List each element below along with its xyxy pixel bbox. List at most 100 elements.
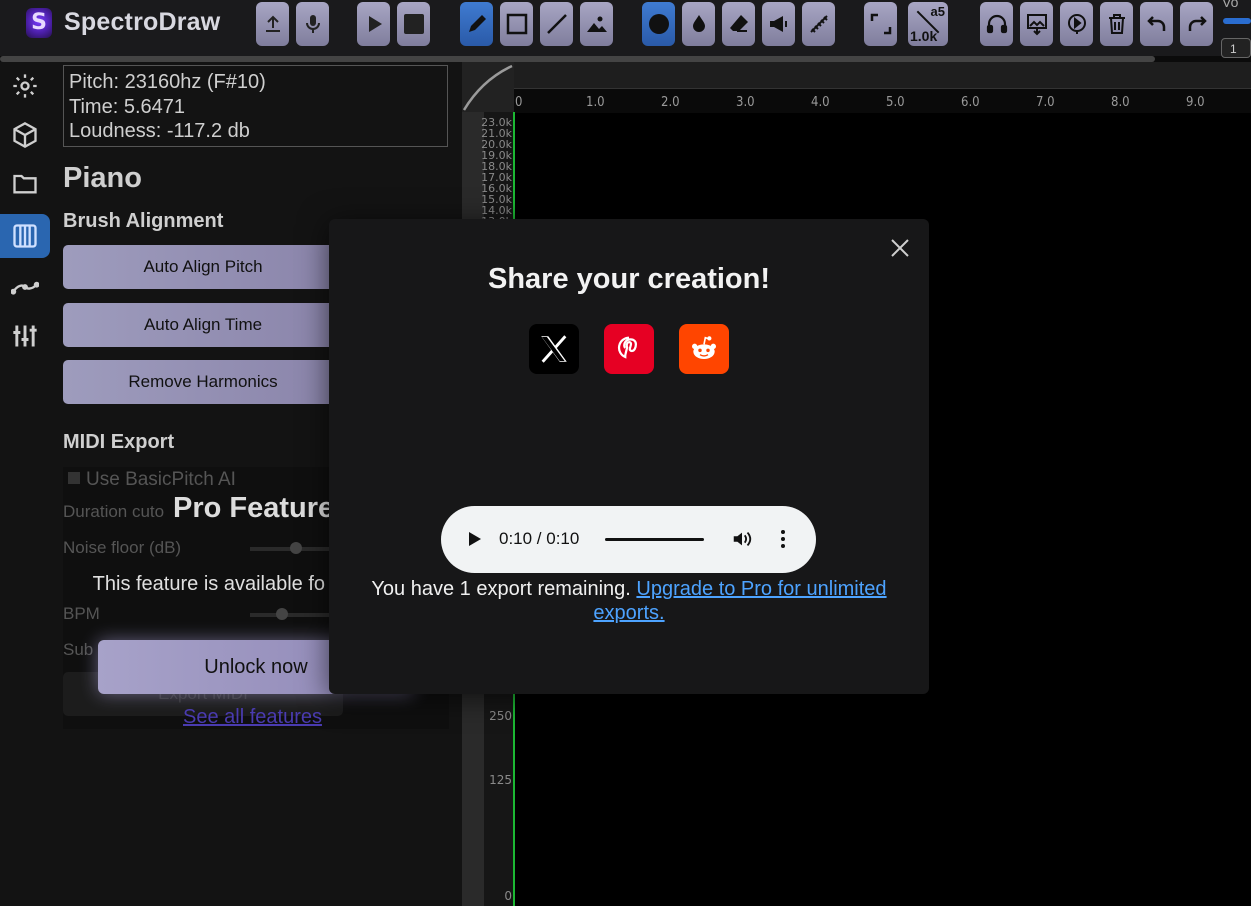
- bpm-slider-thumb[interactable]: [276, 608, 288, 620]
- line-tool-button[interactable]: [540, 2, 573, 46]
- bpm-slider[interactable]: [250, 613, 330, 617]
- more-options-icon[interactable]: [775, 528, 791, 550]
- time-tick: 1.0: [586, 95, 605, 110]
- share-pinterest-button[interactable]: [604, 324, 654, 374]
- time-tick: 6.0: [961, 95, 980, 110]
- image-icon: [586, 16, 607, 32]
- fullscreen-button[interactable]: [864, 2, 897, 46]
- time-tick: 2.0: [661, 95, 680, 110]
- export-remaining-message: You have 1 export remaining. Upgrade to …: [349, 577, 909, 625]
- microphone-icon: [305, 15, 320, 33]
- audio-time: 0:10 / 0:10: [499, 529, 580, 548]
- rail-piano-button[interactable]: [0, 214, 50, 258]
- duration-cutoff-label: Duration cuto: [63, 502, 165, 521]
- comb-tool-button[interactable]: [802, 2, 835, 46]
- record-button[interactable]: [296, 2, 329, 46]
- pencil-tool-button[interactable]: [460, 2, 493, 46]
- slash-icon: [916, 10, 940, 34]
- remove-harmonics-button[interactable]: Remove Harmonics: [63, 360, 343, 404]
- audio-progress-bar[interactable]: [605, 538, 704, 541]
- cube-icon: [13, 121, 37, 149]
- auto-align-time-button[interactable]: Auto Align Time: [63, 303, 343, 347]
- panel-title: Piano: [63, 162, 142, 194]
- stop-button[interactable]: [397, 2, 430, 46]
- rail-curve-button[interactable]: [0, 265, 50, 309]
- piano-icon: [13, 224, 37, 248]
- rail-files-button[interactable]: [0, 161, 50, 205]
- volume-slider[interactable]: [1223, 18, 1251, 24]
- app-title: SpectroDraw: [64, 8, 221, 36]
- frequency-tick: 125: [489, 773, 512, 787]
- image-tool-button[interactable]: [580, 2, 613, 46]
- stop-icon: [403, 14, 424, 34]
- headphones-button[interactable]: [980, 2, 1013, 46]
- trash-icon: [1108, 14, 1125, 34]
- expand-icon: [870, 13, 891, 35]
- time-tick: 4.0: [811, 95, 830, 110]
- export-image-button[interactable]: [1020, 2, 1053, 46]
- amplify-tool-button[interactable]: [762, 2, 795, 46]
- time-tick: 7.0: [1036, 95, 1055, 110]
- share-reddit-button[interactable]: [679, 324, 729, 374]
- rectangle-tool-button[interactable]: [500, 2, 533, 46]
- export-audio-button[interactable]: [1060, 2, 1093, 46]
- play-icon[interactable]: [465, 530, 483, 548]
- image-export-icon: [1026, 14, 1047, 36]
- eraser-tool-button[interactable]: [722, 2, 755, 46]
- left-icon-rail: [0, 62, 50, 906]
- delete-button[interactable]: [1100, 2, 1133, 46]
- ruler-band: [514, 62, 1251, 88]
- rail-settings-button[interactable]: [0, 64, 50, 108]
- export-remaining-text: You have 1 export remaining.: [371, 578, 631, 600]
- blur-tool-button[interactable]: [682, 2, 715, 46]
- auto-align-pitch-button[interactable]: Auto Align Pitch: [63, 245, 343, 289]
- time-tick: 5.0: [886, 95, 905, 110]
- play-button[interactable]: [357, 2, 390, 46]
- rail-mixer-button[interactable]: [0, 314, 50, 358]
- headphones-icon: [986, 14, 1007, 34]
- redo-button[interactable]: [1180, 2, 1213, 46]
- note-freq-icon: a5 1.0k: [908, 2, 948, 46]
- rail-3d-button[interactable]: [0, 113, 50, 157]
- speed-input[interactable]: 1: [1221, 38, 1251, 58]
- time-tick: 9.0: [1186, 95, 1205, 110]
- corner-curve-icon: [462, 64, 513, 111]
- play-icon: [368, 16, 382, 32]
- megaphone-icon: [769, 16, 787, 32]
- frequency-tick: 0: [504, 889, 512, 903]
- pitch-readout: Pitch: 23160hz (F#10): [69, 71, 266, 93]
- basicpitch-checkbox[interactable]: Use BasicPitch AI: [68, 469, 236, 491]
- audio-player[interactable]: 0:10 / 0:10: [441, 506, 816, 573]
- note-frequency-button[interactable]: a5 1.0k: [908, 2, 948, 46]
- frequency-tick: 250: [489, 709, 512, 723]
- upgrade-pro-link[interactable]: Upgrade to Pro for unlimited exports.: [593, 578, 886, 624]
- bpm-label: BPM: [63, 604, 100, 623]
- play-export-icon: [1067, 14, 1086, 34]
- modal-title: Share your creation!: [487, 263, 771, 295]
- close-icon[interactable]: [889, 237, 911, 259]
- eraser-icon: [729, 15, 748, 32]
- redo-icon: [1188, 16, 1207, 31]
- noise-floor-slider-thumb[interactable]: [290, 542, 302, 554]
- comb-icon: [809, 15, 828, 33]
- loudness-readout: Loudness: -117.2 db: [69, 120, 250, 142]
- cursor-info-box: Pitch: 23160hz (F#10) Time: 5.6471 Loudn…: [63, 65, 448, 147]
- upload-icon: [265, 15, 280, 32]
- midi-export-title: MIDI Export: [63, 431, 175, 453]
- x-logo-icon: [541, 335, 567, 363]
- see-all-features-link[interactable]: See all features: [183, 706, 322, 729]
- share-modal: Share your creation! 0:10 / 0:10 You hav…: [329, 219, 929, 694]
- brush-circle-button[interactable]: [642, 2, 675, 46]
- reddit-logo-icon: [692, 336, 716, 359]
- time-ruler[interactable]: 0 1.0 2.0 3.0 4.0 5.0 6.0 7.0 8.0 9.0: [514, 88, 1251, 113]
- undo-icon: [1146, 16, 1165, 31]
- line-icon: [546, 14, 567, 34]
- pro-feature-title: Pro Feature: [173, 492, 335, 524]
- undo-button[interactable]: [1140, 2, 1173, 46]
- volume-icon[interactable]: [731, 528, 753, 550]
- share-x-button[interactable]: [529, 324, 579, 374]
- pinterest-logo-icon: [617, 336, 638, 359]
- time-readout: Time: 5.6471: [69, 95, 185, 118]
- rectangle-icon: [506, 13, 527, 35]
- upload-button[interactable]: [256, 2, 289, 46]
